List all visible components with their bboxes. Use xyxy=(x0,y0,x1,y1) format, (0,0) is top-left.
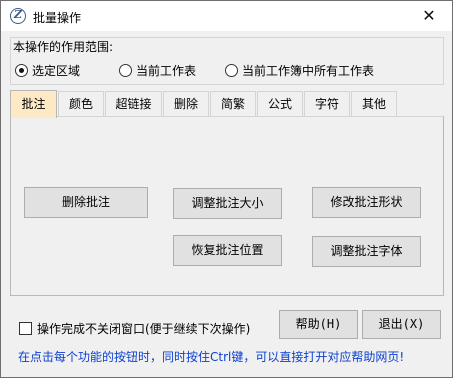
tab-comments[interactable]: 批注 xyxy=(10,90,57,118)
scope-option-current-sheet[interactable]: 当前工作表 xyxy=(119,62,196,78)
window-title: 批量操作 xyxy=(33,11,82,25)
radio-unselected-icon xyxy=(225,63,238,77)
tab-other[interactable]: 其他 xyxy=(351,91,397,117)
tab-colors[interactable]: 颜色 xyxy=(58,91,104,117)
help-button[interactable]: 帮助(H) xyxy=(279,310,358,339)
keep-open-checkbox[interactable]: 操作完成不关闭窗口(便于继续下次操作) xyxy=(19,320,250,337)
app-logo-icon xyxy=(10,8,26,24)
adjust-comment-font-button[interactable]: 调整批注字体 xyxy=(312,236,421,267)
keep-open-label: 操作完成不关闭窗口(便于继续下次操作) xyxy=(37,322,251,336)
radio-unselected-icon xyxy=(119,63,132,77)
tab-characters[interactable]: 字符 xyxy=(304,91,350,117)
scope-option-label: 选定区域 xyxy=(32,63,81,78)
tab-formulas[interactable]: 公式 xyxy=(257,91,303,117)
scope-option-label: 当前工作簿中所有工作表 xyxy=(242,63,375,78)
checkbox-icon xyxy=(19,322,32,335)
delete-comments-button[interactable]: 删除批注 xyxy=(24,187,148,218)
scope-option-label: 当前工作表 xyxy=(136,63,197,78)
tab-delete[interactable]: 删除 xyxy=(163,91,209,117)
exit-button[interactable]: 退出(X) xyxy=(362,310,441,339)
scope-option-all-sheets[interactable]: 当前工作簿中所有工作表 xyxy=(225,62,374,78)
tab-hyperlinks[interactable]: 超链接 xyxy=(105,91,162,117)
change-comment-shape-button[interactable]: 修改批注形状 xyxy=(312,187,421,218)
scope-label: 本操作的作用范围: xyxy=(13,38,116,55)
scope-option-selected-range[interactable]: 选定区域 xyxy=(15,62,80,78)
comments-tab-panel: 删除批注 调整批注大小 修改批注形状 恢复批注位置 调整批注字体 xyxy=(10,116,444,296)
resize-comments-button[interactable]: 调整批注大小 xyxy=(173,188,282,219)
ctrl-click-help-hint: 在点击每个功能的按钮时，同时按住Ctrl键，可以直接打开对应帮助网页! xyxy=(18,350,405,364)
restore-comment-position-button[interactable]: 恢复批注位置 xyxy=(173,235,282,266)
radio-selected-icon xyxy=(15,63,28,77)
tab-simplified-traditional[interactable]: 简繁 xyxy=(210,91,256,117)
close-button[interactable]: ✕ xyxy=(406,1,452,31)
batch-operation-dialog: 批量操作 ✕ 本操作的作用范围: 选定区域 当前工作表 当前工作簿中所有工作表 … xyxy=(0,0,453,378)
title-bar: 批量操作 ✕ xyxy=(1,1,452,31)
